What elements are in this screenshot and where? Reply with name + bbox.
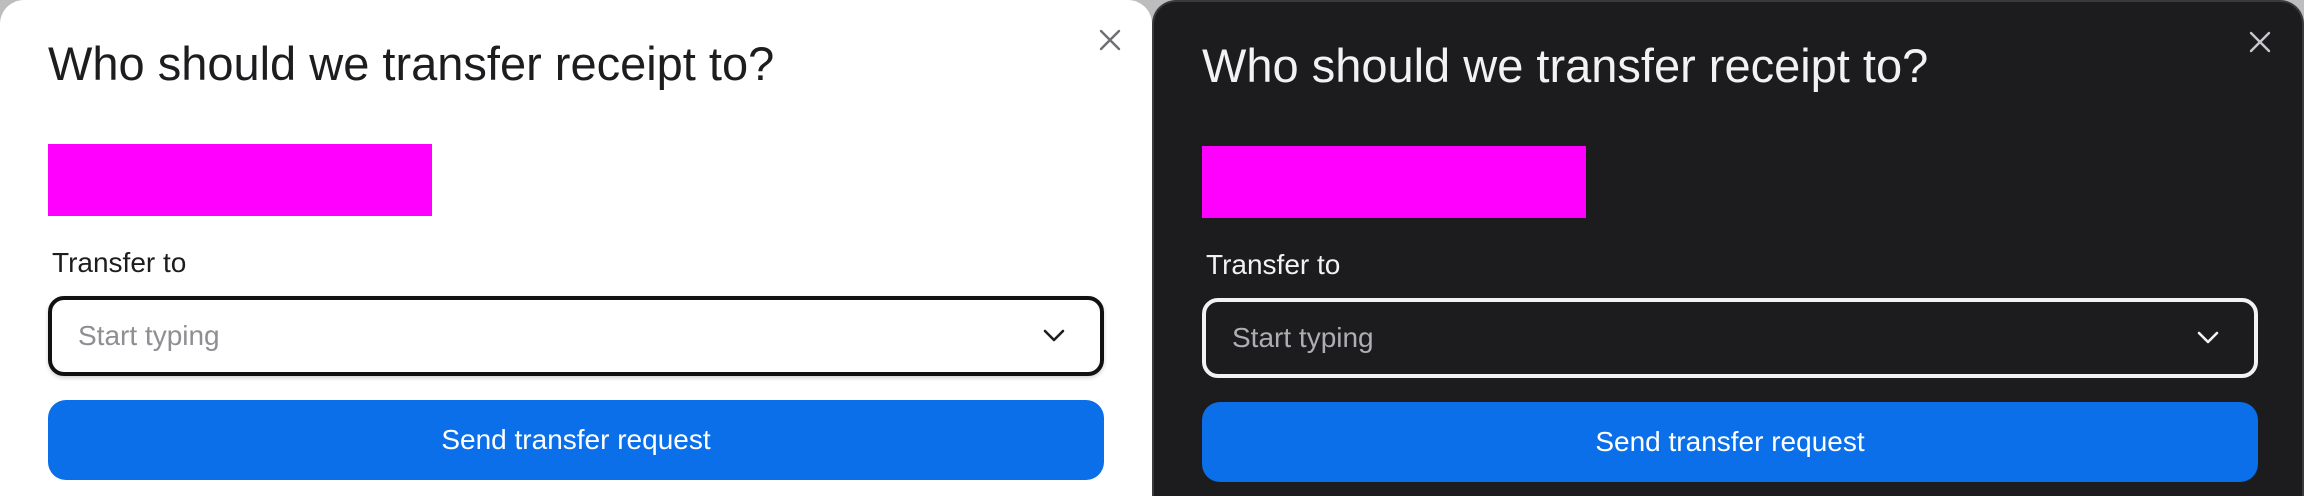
dropdown-toggle[interactable] [1040, 322, 1068, 350]
redacted-receipt-info [48, 144, 432, 216]
transfer-to-combobox[interactable] [1202, 298, 2258, 378]
transfer-to-combobox[interactable] [48, 296, 1104, 376]
transfer-to-input[interactable] [78, 316, 1040, 356]
transfer-receipt-dialog-light: Who should we transfer receipt to? Trans… [0, 0, 1152, 496]
transfer-to-label: Transfer to [1206, 249, 1341, 280]
dialog-title: Who should we transfer receipt to? [1202, 39, 1929, 92]
redacted-receipt-info [1202, 146, 1586, 218]
dialog-title: Who should we transfer receipt to? [48, 37, 775, 90]
chevron-down-icon [2197, 331, 2219, 344]
send-transfer-request-button[interactable]: Send transfer request [1202, 402, 2258, 482]
transfer-to-input[interactable] [1232, 318, 2194, 358]
dropdown-toggle[interactable] [2194, 324, 2222, 352]
send-transfer-request-button[interactable]: Send transfer request [48, 400, 1104, 480]
transfer-to-label: Transfer to [52, 247, 187, 278]
close-icon [1099, 29, 1121, 51]
close-button[interactable] [1092, 22, 1128, 58]
chevron-down-icon [1043, 329, 1065, 342]
transfer-receipt-dialog-dark: Who should we transfer receipt to? Trans… [1152, 0, 2304, 496]
screenshot-stage: Who should we transfer receipt to? Trans… [0, 0, 2304, 496]
close-button[interactable] [2242, 24, 2278, 60]
close-icon [2249, 31, 2271, 53]
